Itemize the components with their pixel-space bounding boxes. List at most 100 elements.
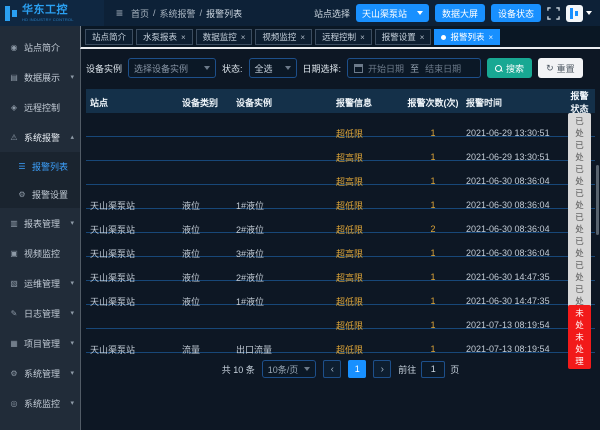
sidebar-item-ops-mgmt[interactable]: ▧ 运维管理 ▾	[0, 268, 80, 298]
tab-label: 站点简介	[92, 31, 126, 43]
cell-time: 2021-06-30 08:36:04	[466, 248, 568, 258]
goto-page-input[interactable]	[421, 361, 445, 378]
status-select[interactable]: 全选	[249, 58, 297, 78]
device-instance-placeholder: 选择设备实例	[134, 62, 188, 75]
site-select-dropdown[interactable]: 天山渠泵站	[356, 4, 429, 22]
table-header-row: 站点 设备类别 设备实例 报警信息 报警次数(次) 报警时间 报警状态	[86, 89, 595, 113]
breadcrumb-level1[interactable]: 系统报警	[160, 7, 196, 20]
reset-button[interactable]: ↻ 重置	[538, 58, 583, 78]
cell-info: 超低限	[336, 343, 400, 356]
device-instance-label: 设备实例	[86, 62, 122, 75]
chevron-down-icon: ▾	[70, 339, 74, 347]
cell-info: 超高限	[336, 175, 400, 188]
tab-remote-control[interactable]: 远程控制 ×	[315, 29, 372, 45]
sidebar-item-label: 系统管理	[24, 367, 60, 380]
tab-label: 视频监控	[262, 31, 296, 43]
col-category: 设备类别	[182, 96, 236, 109]
close-icon[interactable]: ×	[241, 33, 246, 42]
cell-info: 超高限	[336, 151, 400, 164]
cell-category: 流量	[182, 343, 236, 356]
sidebar-item-data-display[interactable]: ▤ 数据展示 ▾	[0, 62, 80, 92]
prev-page-button[interactable]: ‹	[323, 360, 341, 378]
cell-info: 超低限	[336, 127, 400, 140]
table-row: 天山渠泵站 液位 1#液位 超低限 1 2021-06-30 14:47:35 …	[86, 281, 595, 305]
logo-title: 华东工控	[22, 5, 74, 16]
site-icon: ◉	[9, 43, 19, 52]
tab-data-monitor[interactable]: 数据监控 ×	[196, 29, 253, 45]
site-select-label: 站点选择	[314, 7, 350, 20]
cell-station: 天山渠泵站	[90, 199, 182, 212]
sidebar-item-alarm-list[interactable]: ☰ 报警列表	[0, 152, 80, 180]
alarm-icon: ⚠	[9, 133, 19, 142]
cell-count: 1	[400, 200, 466, 210]
sidebar-item-remote-control[interactable]: ◈ 远程控制	[0, 92, 80, 122]
chevron-down-icon	[285, 66, 291, 70]
active-dot-icon	[441, 35, 446, 40]
sidebar-item-label: 远程控制	[24, 101, 60, 114]
cell-station: 天山渠泵站	[90, 223, 182, 236]
cell-info: 超低限	[336, 295, 400, 308]
cell-time: 2021-06-30 08:36:04	[466, 200, 568, 210]
close-icon[interactable]: ×	[420, 33, 425, 42]
tab-alarm-list[interactable]: 报警列表 ×	[434, 29, 500, 45]
data-screen-button[interactable]: 数据大屏	[435, 4, 485, 22]
cell-count: 1	[400, 128, 466, 138]
sidebar-item-video-monitor[interactable]: ▣ 视频监控	[0, 238, 80, 268]
tab-label: 报警列表	[450, 31, 484, 43]
close-icon[interactable]: ×	[360, 33, 365, 42]
cell-time: 2021-06-29 13:30:51	[466, 152, 568, 162]
end-date-placeholder: 结束日期	[425, 62, 461, 75]
tab-label: 远程控制	[322, 31, 356, 43]
next-page-button[interactable]: ›	[373, 360, 391, 378]
main-content: 设备实例 选择设备实例 状态: 全选 日期选择: 开始日期 至 结束日期 搜索 …	[80, 49, 600, 430]
monitor-icon: ◎	[9, 399, 19, 408]
report-icon: ▥	[9, 219, 19, 228]
page-number-current[interactable]: 1	[348, 360, 366, 378]
date-label: 日期选择:	[303, 62, 342, 75]
cell-count: 1	[400, 248, 466, 258]
cell-category: 液位	[182, 247, 236, 260]
cell-instance: 出口流量	[236, 343, 336, 356]
chevron-down-icon: ▾	[70, 369, 74, 377]
search-button[interactable]: 搜索	[487, 58, 532, 78]
calendar-icon	[354, 64, 363, 73]
tab-video-monitor[interactable]: 视频监控 ×	[255, 29, 312, 45]
tab-site-intro[interactable]: 站点简介	[85, 29, 133, 45]
sidebar-item-site-intro[interactable]: ◉ 站点简介	[0, 32, 80, 62]
chevron-down-icon: ▾	[70, 73, 74, 81]
sidebar-item-report-mgmt[interactable]: ▥ 报表管理 ▾	[0, 208, 80, 238]
sidebar-item-project-mgmt[interactable]: ▦ 项目管理 ▾	[0, 328, 80, 358]
close-icon[interactable]: ×	[181, 33, 186, 42]
chart-icon: ▤	[9, 73, 19, 82]
sidebar-item-log-mgmt[interactable]: ✎ 日志管理 ▾	[0, 298, 80, 328]
breadcrumb-home[interactable]: 首页	[131, 7, 149, 20]
tab-pump-report[interactable]: 水泵报表 ×	[136, 29, 193, 45]
per-page-select[interactable]: 10条/页	[262, 360, 317, 378]
close-icon[interactable]: ×	[488, 33, 493, 42]
scrollbar-thumb[interactable]	[596, 165, 599, 235]
sidebar-item-system-alarm[interactable]: ⚠ 系统报警 ▴	[0, 122, 80, 152]
cell-category: 液位	[182, 271, 236, 284]
tab-label: 水泵报表	[143, 31, 177, 43]
table-row: 超高限 1 2021-06-29 13:30:51 已处理	[86, 137, 595, 161]
cell-station: 天山渠泵站	[90, 271, 182, 284]
user-menu[interactable]	[566, 5, 592, 22]
hamburger-menu-icon[interactable]: ≡	[116, 6, 123, 20]
cell-station: 天山渠泵站	[90, 343, 182, 356]
cell-instance: 1#液位	[236, 295, 336, 308]
breadcrumb-current: 报警列表	[206, 7, 242, 20]
date-range-input[interactable]: 开始日期 至 结束日期	[347, 58, 481, 78]
close-icon[interactable]: ×	[300, 33, 305, 42]
sidebar-item-system-monitor[interactable]: ◎ 系统监控 ▾	[0, 388, 80, 418]
cell-info: 超高限	[336, 247, 400, 260]
device-instance-select[interactable]: 选择设备实例	[128, 58, 216, 78]
cell-category: 液位	[182, 295, 236, 308]
device-status-button[interactable]: 设备状态	[491, 4, 541, 22]
tab-alarm-settings[interactable]: 报警设置 ×	[375, 29, 432, 45]
status-badge[interactable]: 未处理	[568, 329, 591, 369]
cell-category: 液位	[182, 199, 236, 212]
sidebar-item-alarm-settings[interactable]: ⚙ 报警设置	[0, 180, 80, 208]
fullscreen-icon[interactable]	[547, 7, 560, 20]
cell-count: 1	[400, 320, 466, 330]
sidebar-item-system-mgmt[interactable]: ⚙ 系统管理 ▾	[0, 358, 80, 388]
